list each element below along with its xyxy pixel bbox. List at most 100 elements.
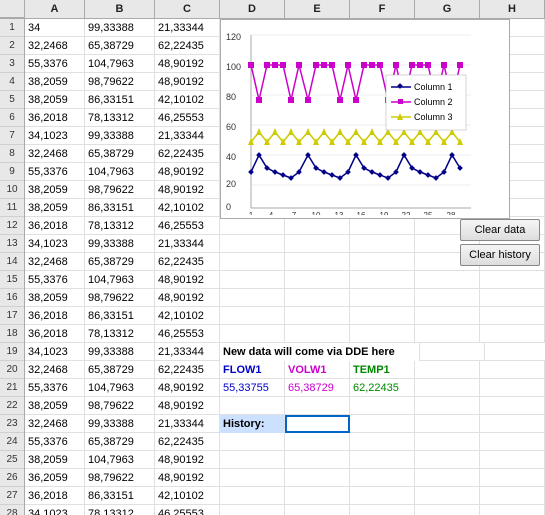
cell-a26: 36,2059 <box>25 469 85 487</box>
col-header-e: E <box>285 0 350 18</box>
cell-e25[interactable] <box>285 451 350 469</box>
cell-b10: 98,79622 <box>85 181 155 199</box>
cell-d14[interactable] <box>220 253 285 271</box>
col-header-d: D <box>220 0 285 18</box>
cell-b2: 65,38729 <box>85 37 155 55</box>
cell-b8: 65,38729 <box>85 145 155 163</box>
cell-e21[interactable]: 65,38729 <box>285 379 350 397</box>
row-number: 9 <box>0 163 24 181</box>
cell-b1: 99,33388 <box>85 19 155 37</box>
cell-d12[interactable] <box>220 217 285 235</box>
cell-c26: 48,90192 <box>155 469 220 487</box>
cell-a14: 32,2468 <box>25 253 85 271</box>
row-number: 10 <box>0 181 24 199</box>
cell-f18[interactable] <box>350 325 415 343</box>
cell-f20[interactable]: TEMP1 <box>350 361 415 379</box>
row-number: 18 <box>0 325 24 343</box>
cell-f15[interactable] <box>350 271 415 289</box>
cell-h26 <box>480 469 545 487</box>
cell-f28[interactable] <box>350 505 415 515</box>
svg-text:13: 13 <box>335 211 344 215</box>
svg-text:10: 10 <box>312 211 321 215</box>
cell-f22[interactable] <box>350 397 415 415</box>
cell-e12[interactable] <box>285 217 350 235</box>
cell-d19[interactable]: New data will come via DDE here <box>220 343 420 361</box>
cell-e19[interactable] <box>420 343 485 361</box>
cell-f19[interactable] <box>485 343 545 361</box>
cell-d25[interactable] <box>220 451 285 469</box>
cell-d21[interactable]: 55,33755 <box>220 379 285 397</box>
row-number: 3 <box>0 55 24 73</box>
cell-d24[interactable] <box>220 433 285 451</box>
clear-data-button[interactable]: Clear data <box>460 219 540 241</box>
cell-f12[interactable] <box>350 217 415 235</box>
cell-g20 <box>415 361 480 379</box>
corner-cell <box>0 0 25 18</box>
table-row: 34,102378,1331246,25553 <box>25 505 545 515</box>
cell-h16 <box>480 289 545 307</box>
cell-e20[interactable]: VOLW1 <box>285 361 350 379</box>
cell-c18: 46,25553 <box>155 325 220 343</box>
cell-b22: 98,79622 <box>85 397 155 415</box>
cell-a20: 32,2468 <box>25 361 85 379</box>
cell-e13[interactable] <box>285 235 350 253</box>
cell-b11: 86,33151 <box>85 199 155 217</box>
table-row: 38,205998,7962248,90192 <box>25 397 545 415</box>
cell-d23[interactable]: History: <box>220 415 285 433</box>
cell-c16: 48,90192 <box>155 289 220 307</box>
row-number: 6 <box>0 109 24 127</box>
cell-e16[interactable] <box>285 289 350 307</box>
cell-e17[interactable] <box>285 307 350 325</box>
cell-f24[interactable] <box>350 433 415 451</box>
cell-f23[interactable] <box>350 415 415 433</box>
cell-d27[interactable] <box>220 487 285 505</box>
svg-text:22: 22 <box>402 211 411 215</box>
cell-g16 <box>415 289 480 307</box>
table-row: 32,246899,3338821,33344History: <box>25 415 545 433</box>
clear-history-button[interactable]: Clear history <box>460 244 540 266</box>
cell-e24[interactable] <box>285 433 350 451</box>
svg-text:Column 1: Column 1 <box>414 82 453 92</box>
cell-e23[interactable] <box>285 415 350 433</box>
column-header-row: A B C D E F G H <box>0 0 545 19</box>
cell-d26[interactable] <box>220 469 285 487</box>
cell-f16[interactable] <box>350 289 415 307</box>
cell-f21[interactable]: 62,22435 <box>350 379 415 397</box>
col-header-b: B <box>85 0 155 18</box>
table-row: 38,205998,7962248,90192 <box>25 289 545 307</box>
cell-c15: 48,90192 <box>155 271 220 289</box>
cell-b16: 98,79622 <box>85 289 155 307</box>
cell-f14[interactable] <box>350 253 415 271</box>
cell-b27: 86,33151 <box>85 487 155 505</box>
row-number: 22 <box>0 397 24 415</box>
cell-d17[interactable] <box>220 307 285 325</box>
cell-b26: 98,79622 <box>85 469 155 487</box>
cell-f27[interactable] <box>350 487 415 505</box>
cell-d13[interactable] <box>220 235 285 253</box>
cell-d15[interactable] <box>220 271 285 289</box>
cell-d16[interactable] <box>220 289 285 307</box>
cell-f17[interactable] <box>350 307 415 325</box>
cell-a3: 55,3376 <box>25 55 85 73</box>
cell-b20: 65,38729 <box>85 361 155 379</box>
cell-d20[interactable]: FLOW1 <box>220 361 285 379</box>
cell-e14[interactable] <box>285 253 350 271</box>
svg-text:Column 3: Column 3 <box>414 112 453 122</box>
row-number: 28 <box>0 505 24 515</box>
cell-d28[interactable] <box>220 505 285 515</box>
cell-f25[interactable] <box>350 451 415 469</box>
cell-e26[interactable] <box>285 469 350 487</box>
cell-e15[interactable] <box>285 271 350 289</box>
cell-f26[interactable] <box>350 469 415 487</box>
cell-a9: 55,3376 <box>25 163 85 181</box>
cell-g15 <box>415 271 480 289</box>
cell-d22[interactable] <box>220 397 285 415</box>
cell-f13[interactable] <box>350 235 415 253</box>
cell-e22[interactable] <box>285 397 350 415</box>
cell-e28[interactable] <box>285 505 350 515</box>
cell-e18[interactable] <box>285 325 350 343</box>
body-area: 1234567891011121314151617181920212223242… <box>0 19 545 515</box>
cell-d18[interactable] <box>220 325 285 343</box>
cell-e27[interactable] <box>285 487 350 505</box>
cell-c1: 21,33344 <box>155 19 220 37</box>
